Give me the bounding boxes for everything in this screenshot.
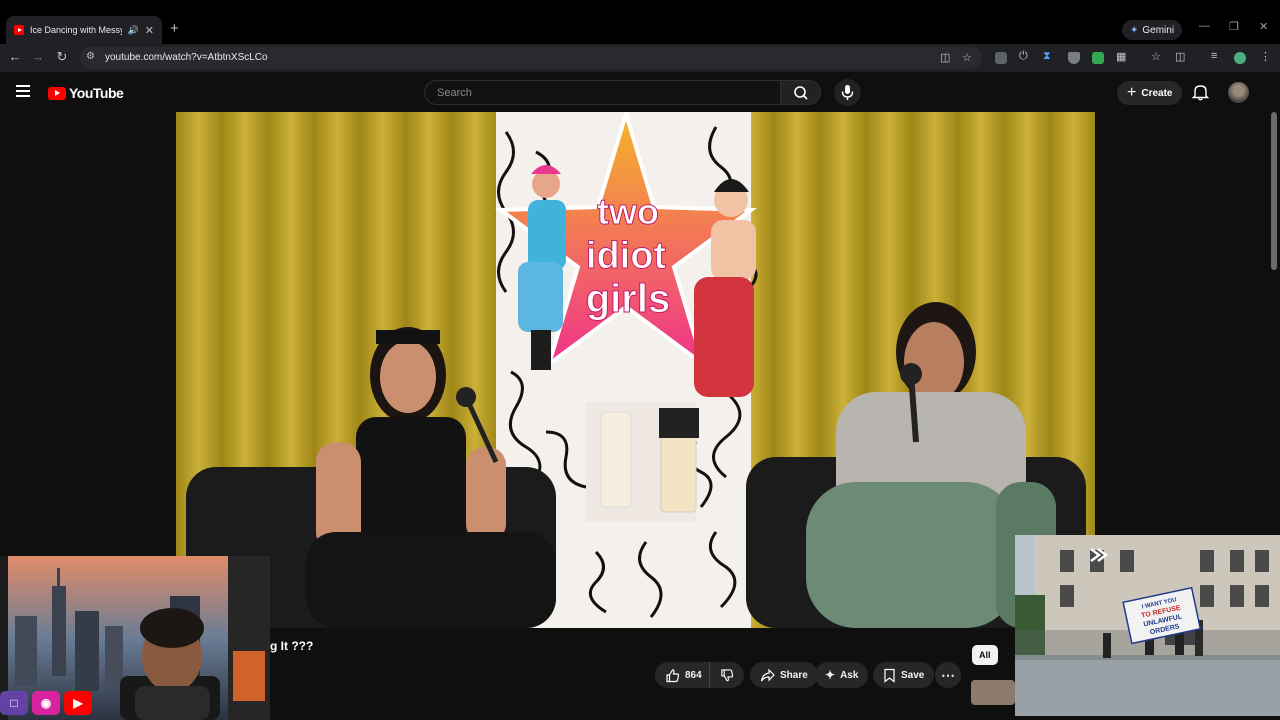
youtube-header: YouTube + Create [0,72,1280,112]
install-icon[interactable]: ◫ [940,51,950,64]
sign-line-1: two [597,191,659,232]
twitch-icon: □ [0,691,28,715]
profile-icon[interactable] [1234,52,1246,64]
search-icon [794,86,808,100]
save-icon [884,668,895,683]
shield-icon[interactable] [1068,52,1080,64]
ask-button[interactable]: ✦ Ask [815,662,869,688]
browser-toolbar: ← → ↻ ⚙ youtube.com/watch?v=AtbtnXScLCo … [0,44,1280,72]
media-icon[interactable]: ≡ [1211,50,1217,62]
social-icons: □ ◉ ▶ [0,690,92,716]
video-frame: two idiot girls [176,112,1095,628]
restore-icon[interactable]: ❐ [1229,20,1239,33]
search-input[interactable] [425,81,780,104]
reload-icon[interactable]: ↻ [53,49,71,65]
forward-icon[interactable]: → [29,49,47,64]
like-button[interactable]: 864 [655,662,709,688]
browser-tab[interactable]: Ice Dancing with Messy Bun 🔊 ✕ [6,16,162,44]
bell-icon[interactable] [1192,83,1209,101]
instagram-icon: ◉ [32,691,60,715]
page-scrollbar[interactable] [1271,112,1277,270]
save-label: Save [901,669,925,681]
bookmark-star-icon[interactable]: ☆ [962,51,972,64]
tab-title: Ice Dancing with Messy Bun [30,25,122,35]
recommended-thumbnail[interactable] [971,680,1015,705]
mic-icon [841,85,854,100]
youtube-logo[interactable]: YouTube [48,85,124,101]
dislike-icon [721,668,734,681]
power-icon[interactable]: ⏻ [1019,50,1028,63]
share-button[interactable]: Share [750,662,818,688]
chrome-menu-icon[interactable]: ⋮ [1260,50,1271,63]
stream-inset-frame: I WANT YOU TO REFUSE UNLAWFUL ORDERS [1015,535,1280,716]
youtube-social-icon: ▶ [64,691,92,715]
gemini-label: Gemini [1142,24,1175,36]
ask-label: Ask [840,669,859,681]
menu-icon[interactable] [16,85,30,97]
more-icon[interactable]: ⋯ [935,662,961,688]
search-box [424,80,781,105]
browser-tabstrip: Ice Dancing with Messy Bun 🔊 ✕ + ✦ Gemin… [0,0,1280,44]
video-player[interactable]: two idiot girls [176,112,1095,628]
minimize-icon[interactable]: — [1199,20,1210,32]
avatar[interactable] [1228,82,1249,103]
close-icon[interactable]: ✕ [145,24,154,37]
audio-extension-icon[interactable]: ⧗ [1043,50,1051,63]
speaker-icon[interactable]: 🔊 [128,25,139,36]
address-bar[interactable]: ⚙ youtube.com/watch?v=AtbtnXScLCo ◫ ☆ [80,47,982,69]
url-text: youtube.com/watch?v=AtbtnXScLCo [105,52,268,63]
sign-line-3: girls [586,277,670,321]
create-label: Create [1141,87,1173,99]
video-title: g It ??? [270,639,314,653]
youtube-logo-text: YouTube [69,85,124,101]
window-close-icon[interactable]: ✕ [1259,20,1268,33]
voice-search-button[interactable] [834,79,861,106]
site-settings-icon[interactable]: ⚙ [86,51,95,62]
back-icon[interactable]: ← [6,49,24,64]
sign-line-2: idiot [586,235,667,277]
like-count: 864 [685,669,702,681]
share-icon [760,668,775,681]
stream-inset: I WANT YOU TO REFUSE UNLAWFUL ORDERS [1015,535,1280,716]
create-button[interactable]: + Create [1117,81,1183,105]
like-icon [666,668,680,682]
gemini-icon: ✦ [1130,24,1139,36]
ask-icon: ✦ [825,668,836,682]
gemini-button[interactable]: ✦ Gemini [1122,20,1183,40]
new-tab-button[interactable]: + [170,20,179,37]
youtube-favicon-icon [14,25,24,35]
extension-badge-icon[interactable] [1092,52,1104,64]
chip-all[interactable]: All [972,645,998,665]
share-label: Share [780,669,808,681]
sidepanel-icon[interactable]: ◫ [1175,50,1185,63]
dislike-button[interactable] [709,662,744,688]
plus-icon: + [1127,84,1137,101]
youtube-play-icon [48,86,66,100]
bookmarks-icon[interactable]: ☆ [1151,50,1161,63]
extension-icon[interactable] [995,52,1007,64]
save-button[interactable]: Save [873,662,935,688]
puzzle-icon[interactable]: ▦ [1116,50,1126,63]
search-button[interactable] [781,80,821,105]
